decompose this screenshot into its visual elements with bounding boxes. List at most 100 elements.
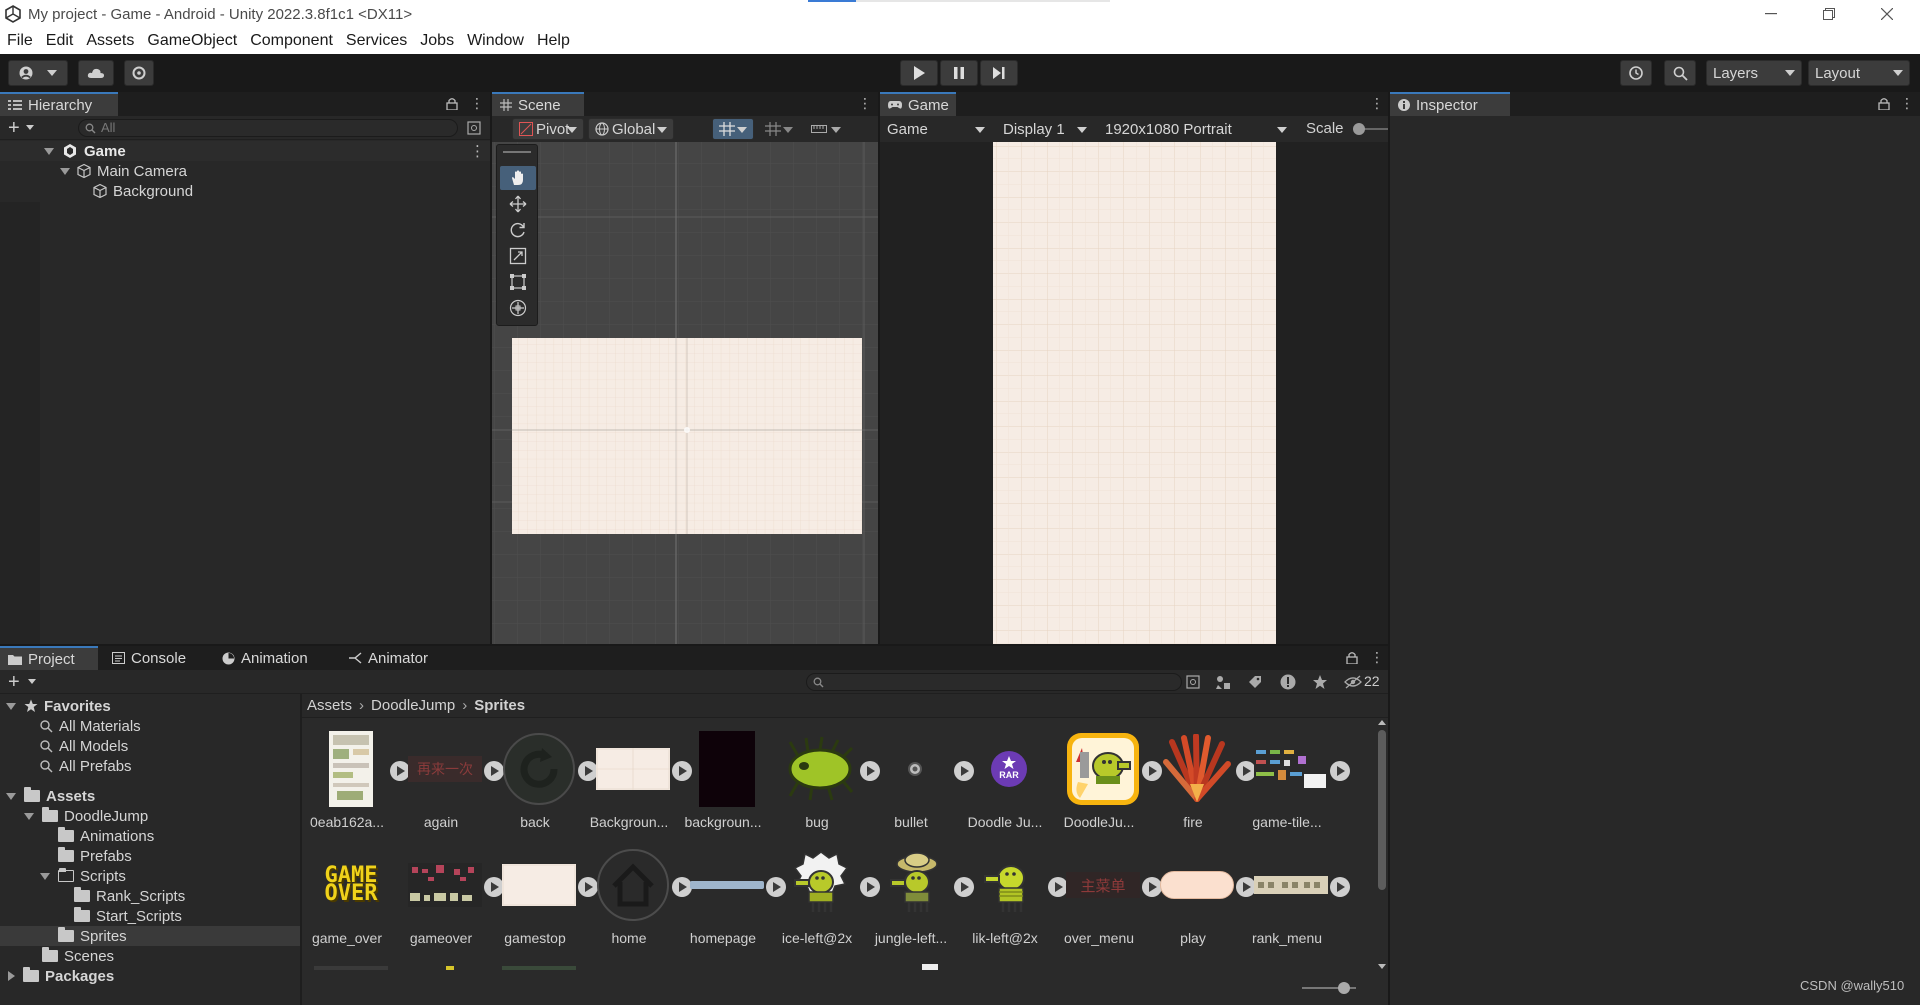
breadcrumb-item[interactable]: DoodleJump bbox=[371, 697, 455, 714]
expand-icon[interactable] bbox=[24, 812, 34, 820]
asset-tile[interactable]: home bbox=[584, 846, 674, 946]
filter-by-type-icon[interactable] bbox=[1216, 675, 1230, 689]
breadcrumb-item[interactable]: Sprites bbox=[474, 697, 525, 714]
menu-jobs[interactable]: Jobs bbox=[413, 32, 460, 50]
scroll-up-icon[interactable] bbox=[1378, 720, 1386, 725]
expand-icon[interactable] bbox=[60, 167, 70, 175]
layout-dropdown[interactable]: Layout bbox=[1808, 60, 1910, 86]
asset-tile[interactable]: Backgroun... bbox=[584, 730, 674, 830]
asset-tile[interactable]: 0eab162a... bbox=[302, 730, 392, 830]
tree-animations[interactable]: Animations bbox=[0, 826, 300, 846]
game-view-dropdown[interactable]: Game bbox=[880, 118, 992, 140]
pivot-dropdown[interactable]: Pivot bbox=[512, 118, 584, 140]
star-icon[interactable] bbox=[1312, 674, 1328, 690]
tab-console[interactable]: Console bbox=[104, 646, 204, 670]
asset-tile[interactable]: lik-left@2x bbox=[960, 846, 1050, 946]
tree-rank-scripts[interactable]: Rank_Scripts bbox=[0, 886, 300, 906]
expand-icon[interactable] bbox=[44, 147, 54, 155]
more-options-icon[interactable]: ⋮ bbox=[470, 96, 484, 110]
tree-start-scripts[interactable]: Start_Scripts bbox=[0, 906, 300, 926]
menu-help[interactable]: Help bbox=[530, 32, 576, 50]
tree-packages[interactable]: Packages bbox=[0, 966, 300, 986]
lock-icon[interactable] bbox=[1878, 97, 1890, 110]
tab-scene[interactable]: Scene bbox=[492, 92, 584, 116]
tree-all-materials[interactable]: All Materials bbox=[0, 716, 300, 736]
lock-icon[interactable] bbox=[446, 97, 458, 110]
scrollbar-thumb[interactable] bbox=[1378, 730, 1386, 890]
expand-icon[interactable] bbox=[40, 872, 50, 880]
expand-sprite-icon[interactable] bbox=[1330, 761, 1350, 781]
account-button[interactable] bbox=[8, 60, 68, 86]
tree-favorites[interactable]: Favorites bbox=[0, 696, 300, 716]
asset-tile[interactable]: back bbox=[490, 730, 580, 830]
asset-tile[interactable]: game-tile... bbox=[1242, 730, 1332, 830]
asset-tile[interactable]: 主菜单 over_menu bbox=[1054, 846, 1144, 946]
display-dropdown[interactable]: Display 1 bbox=[996, 118, 1094, 140]
tree-all-models[interactable]: All Models bbox=[0, 736, 300, 756]
asset-tile[interactable]: ice-left@2x bbox=[772, 846, 862, 946]
tab-animation[interactable]: Animation bbox=[214, 646, 330, 670]
asset-scrollbar[interactable] bbox=[1376, 720, 1388, 970]
asset-tile[interactable]: fire bbox=[1148, 730, 1238, 830]
menu-window[interactable]: Window bbox=[460, 32, 530, 50]
scale-tool-button[interactable] bbox=[500, 244, 536, 268]
move-tool-button[interactable] bbox=[500, 192, 536, 216]
cloud-button[interactable] bbox=[78, 60, 114, 86]
lock-icon[interactable] bbox=[1346, 651, 1358, 664]
thumbnail-size-slider[interactable] bbox=[1302, 982, 1356, 994]
hierarchy-search-input[interactable]: All bbox=[78, 119, 458, 137]
filter-by-label-icon[interactable] bbox=[1248, 675, 1262, 689]
minimize-button[interactable] bbox=[1742, 0, 1800, 28]
tab-inspector[interactable]: Inspector bbox=[1390, 92, 1510, 116]
transform-tool-button[interactable] bbox=[500, 296, 536, 320]
play-button[interactable] bbox=[900, 60, 938, 86]
asset-tile[interactable]: rank_menu bbox=[1242, 846, 1332, 946]
pause-button[interactable] bbox=[940, 60, 978, 86]
rotate-tool-button[interactable] bbox=[500, 218, 536, 242]
asset-tile[interactable]: play bbox=[1148, 846, 1238, 946]
more-options-icon[interactable]: ⋮ bbox=[1370, 650, 1384, 664]
asset-tile[interactable]: GAME OVER game_over bbox=[302, 846, 392, 947]
menu-services[interactable]: Services bbox=[339, 32, 413, 50]
asset-tile[interactable]: gameover bbox=[396, 846, 486, 946]
tab-project[interactable]: Project bbox=[0, 646, 98, 670]
asset-tile[interactable]: bullet bbox=[866, 730, 956, 830]
more-options-icon[interactable]: ⋮ bbox=[1900, 96, 1914, 110]
menu-file[interactable]: File bbox=[0, 32, 39, 50]
project-search-input[interactable] bbox=[806, 673, 1182, 691]
menu-component[interactable]: Component bbox=[243, 32, 339, 50]
game-viewport[interactable] bbox=[880, 142, 1388, 644]
scale-slider[interactable] bbox=[1353, 123, 1388, 135]
grid-snap-button[interactable] bbox=[712, 118, 754, 140]
tree-sprites[interactable]: Sprites bbox=[0, 926, 300, 946]
asset-tile[interactable]: DoodleJu... bbox=[1054, 730, 1144, 830]
hidden-packages-icon[interactable] bbox=[1344, 675, 1362, 689]
tab-animator[interactable]: Animator bbox=[340, 646, 446, 670]
tab-game[interactable]: Game bbox=[880, 92, 956, 116]
restore-button[interactable] bbox=[1800, 0, 1858, 28]
ruler-button[interactable] bbox=[804, 118, 848, 140]
slider-handle[interactable] bbox=[1338, 982, 1350, 994]
menu-edit[interactable]: Edit bbox=[39, 32, 80, 50]
collab-button[interactable] bbox=[124, 60, 154, 86]
log-warning-icon[interactable] bbox=[1280, 674, 1296, 690]
resolution-dropdown[interactable]: 1920x1080 Portrait bbox=[1098, 118, 1294, 140]
collapse-icon[interactable] bbox=[8, 971, 15, 981]
tree-doodlejump[interactable]: DoodleJump bbox=[0, 806, 300, 826]
expand-icon[interactable] bbox=[6, 702, 16, 710]
global-dropdown[interactable]: Global bbox=[588, 118, 674, 140]
history-button[interactable] bbox=[1620, 60, 1652, 86]
layers-dropdown[interactable]: Layers bbox=[1706, 60, 1802, 86]
search-button[interactable] bbox=[1664, 60, 1696, 86]
asset-tile[interactable]: RAR Doodle Ju... bbox=[960, 730, 1050, 830]
add-icon[interactable]: + bbox=[8, 671, 20, 694]
step-button[interactable] bbox=[980, 60, 1018, 86]
breadcrumb-item[interactable]: Assets bbox=[307, 697, 352, 714]
tree-scripts[interactable]: Scripts bbox=[0, 866, 300, 886]
more-options-icon[interactable]: ⋮ bbox=[858, 96, 872, 110]
tab-hierarchy[interactable]: Hierarchy bbox=[0, 92, 118, 116]
scene-search-icon[interactable] bbox=[467, 121, 481, 135]
hierarchy-item-main-camera[interactable]: Main Camera bbox=[0, 161, 490, 181]
rect-tool-button[interactable] bbox=[500, 270, 536, 294]
asset-tile[interactable]: homepage bbox=[678, 846, 768, 946]
